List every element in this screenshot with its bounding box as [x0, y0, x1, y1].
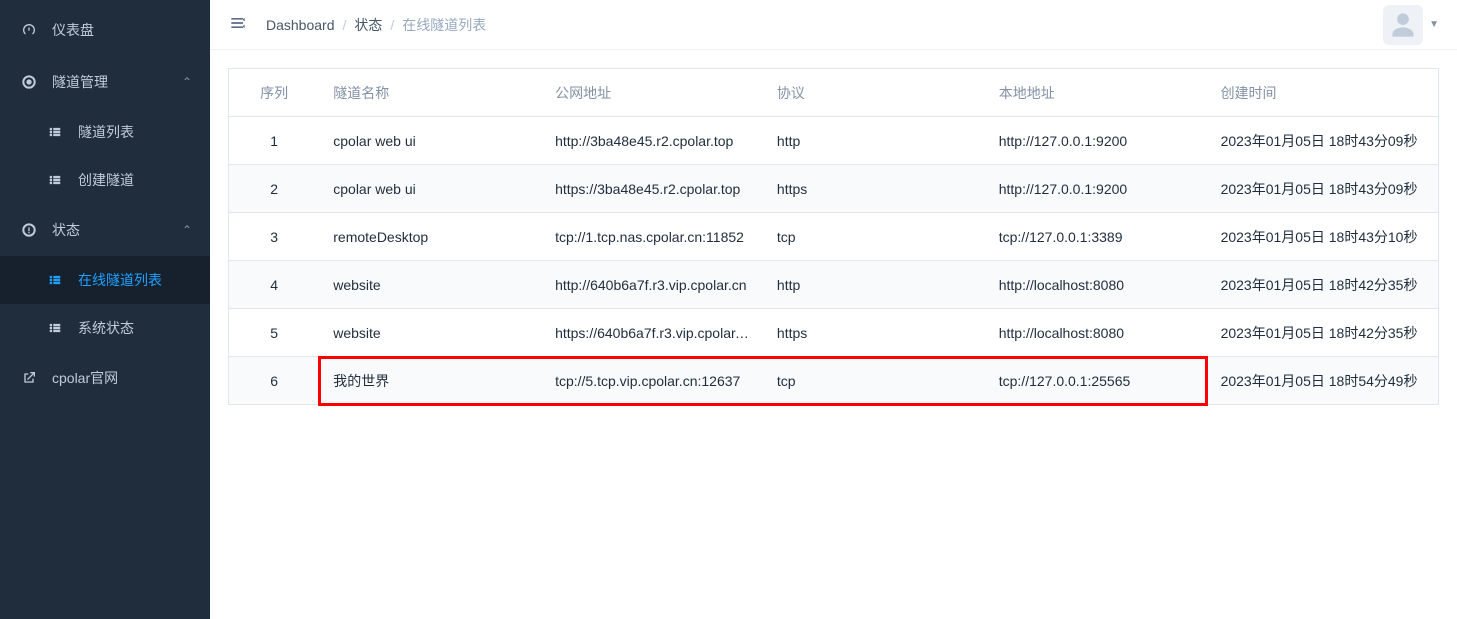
sidebar-item-tunnel-create[interactable]: 创建隧道 [0, 156, 210, 204]
cell-proto: http [763, 117, 985, 165]
table-row[interactable]: 1cpolar web uihttp://3ba48e45.r2.cpolar.… [229, 117, 1439, 165]
cell-local: http://localhost:8080 [985, 309, 1207, 357]
cell-name: cpolar web ui [319, 165, 541, 213]
breadcrumb: Dashboard / 状态 / 在线隧道列表 [266, 15, 486, 35]
cell-name: remoteDesktop [319, 213, 541, 261]
cell-name: 我的世界 [319, 357, 541, 405]
cell-time: 2023年01月05日 18时43分10秒 [1207, 213, 1439, 261]
user-menu[interactable]: ▼ [1383, 5, 1439, 45]
cell-proto: https [763, 309, 985, 357]
table-row[interactable]: 3remoteDesktoptcp://1.tcp.nas.cpolar.cn:… [229, 213, 1439, 261]
cell-idx: 4 [229, 261, 320, 309]
cell-time: 2023年01月05日 18时43分09秒 [1207, 117, 1439, 165]
table-row[interactable]: 5websitehttps://640b6a7f.r3.vip.cpolar.c… [229, 309, 1439, 357]
col-name: 隧道名称 [319, 69, 541, 117]
table-row[interactable]: 2cpolar web uihttps://3ba48e45.r2.cpolar… [229, 165, 1439, 213]
breadcrumb-dashboard[interactable]: Dashboard [266, 17, 335, 33]
col-url: 公网地址 [541, 69, 763, 117]
chevron-up-icon: ⌃ [182, 223, 192, 237]
breadcrumb-sep: / [343, 17, 347, 33]
sidebar-item-label: 创建隧道 [78, 170, 134, 190]
cell-url: tcp://1.tcp.nas.cpolar.cn:11852 [541, 213, 763, 261]
col-time: 创建时间 [1207, 69, 1439, 117]
sidebar-item-label: 隧道管理 [52, 72, 108, 92]
sidebar-item-label: 状态 [52, 220, 80, 240]
table-row[interactable]: 6我的世界tcp://5.tcp.vip.cpolar.cn:12637tcpt… [229, 357, 1439, 405]
cell-time: 2023年01月05日 18时43分09秒 [1207, 165, 1439, 213]
list-icon [46, 321, 64, 335]
sidebar-item-official-site[interactable]: cpolar官网 [0, 352, 210, 404]
sidebar-item-tunnel-mgmt[interactable]: 隧道管理 ⌃ [0, 56, 210, 108]
cell-url: http://3ba48e45.r2.cpolar.top [541, 117, 763, 165]
cell-proto: tcp [763, 357, 985, 405]
cell-name: website [319, 309, 541, 357]
cell-url: https://640b6a7f.r3.vip.cpolar.cn [541, 309, 763, 357]
sidebar-item-tunnel-list[interactable]: 隧道列表 [0, 108, 210, 156]
cell-local: http://127.0.0.1:9200 [985, 117, 1207, 165]
breadcrumb-current: 在线隧道列表 [402, 15, 486, 35]
sidebar-item-label: 仪表盘 [52, 20, 94, 40]
cell-proto: tcp [763, 213, 985, 261]
sidebar: 仪表盘 隧道管理 ⌃ 隧道列表 创建隧道 状态 ⌃ [0, 0, 210, 619]
menu-toggle-icon[interactable] [228, 13, 248, 36]
cell-local: tcp://127.0.0.1:25565 [985, 357, 1207, 405]
cell-time: 2023年01月05日 18时54分49秒 [1207, 357, 1439, 405]
cell-time: 2023年01月05日 18时42分35秒 [1207, 261, 1439, 309]
cell-idx: 1 [229, 117, 320, 165]
cell-idx: 2 [229, 165, 320, 213]
sidebar-item-status[interactable]: 状态 ⌃ [0, 204, 210, 256]
cell-url: https://3ba48e45.r2.cpolar.top [541, 165, 763, 213]
sidebar-item-online-tunnels[interactable]: 在线隧道列表 [0, 256, 210, 304]
tunnel-icon [20, 74, 38, 90]
dashboard-icon [20, 22, 38, 38]
tunnel-table: 序列 隧道名称 公网地址 协议 本地地址 创建时间 1cpolar web ui… [228, 68, 1439, 405]
cell-local: http://127.0.0.1:9200 [985, 165, 1207, 213]
col-idx: 序列 [229, 69, 320, 117]
sidebar-item-system-status[interactable]: 系统状态 [0, 304, 210, 352]
sidebar-item-label: 隧道列表 [78, 122, 134, 142]
avatar [1383, 5, 1423, 45]
caret-down-icon: ▼ [1429, 19, 1439, 30]
cell-idx: 6 [229, 357, 320, 405]
list-icon [46, 173, 64, 187]
cell-name: website [319, 261, 541, 309]
status-icon [20, 222, 38, 238]
table-wrap: 序列 隧道名称 公网地址 协议 本地地址 创建时间 1cpolar web ui… [228, 68, 1439, 405]
col-local: 本地地址 [985, 69, 1207, 117]
external-link-icon [20, 370, 38, 386]
sidebar-item-label: 系统状态 [78, 318, 134, 338]
sidebar-item-label: 在线隧道列表 [78, 270, 162, 290]
col-proto: 协议 [763, 69, 985, 117]
cell-idx: 3 [229, 213, 320, 261]
cell-time: 2023年01月05日 18时42分35秒 [1207, 309, 1439, 357]
cell-proto: http [763, 261, 985, 309]
breadcrumb-sep: / [390, 17, 394, 33]
cell-url: tcp://5.tcp.vip.cpolar.cn:12637 [541, 357, 763, 405]
list-icon [46, 125, 64, 139]
sidebar-item-label: cpolar官网 [52, 368, 118, 388]
list-icon [46, 273, 64, 287]
cell-idx: 5 [229, 309, 320, 357]
cell-proto: https [763, 165, 985, 213]
table-header-row: 序列 隧道名称 公网地址 协议 本地地址 创建时间 [229, 69, 1439, 117]
cell-name: cpolar web ui [319, 117, 541, 165]
chevron-up-icon: ⌃ [182, 75, 192, 89]
cell-local: http://localhost:8080 [985, 261, 1207, 309]
cell-url: http://640b6a7f.r3.vip.cpolar.cn [541, 261, 763, 309]
cell-local: tcp://127.0.0.1:3389 [985, 213, 1207, 261]
topbar: Dashboard / 状态 / 在线隧道列表 ▼ [210, 0, 1457, 50]
table-row[interactable]: 4websitehttp://640b6a7f.r3.vip.cpolar.cn… [229, 261, 1439, 309]
sidebar-item-dashboard[interactable]: 仪表盘 [0, 4, 210, 56]
breadcrumb-status[interactable]: 状态 [354, 15, 382, 35]
